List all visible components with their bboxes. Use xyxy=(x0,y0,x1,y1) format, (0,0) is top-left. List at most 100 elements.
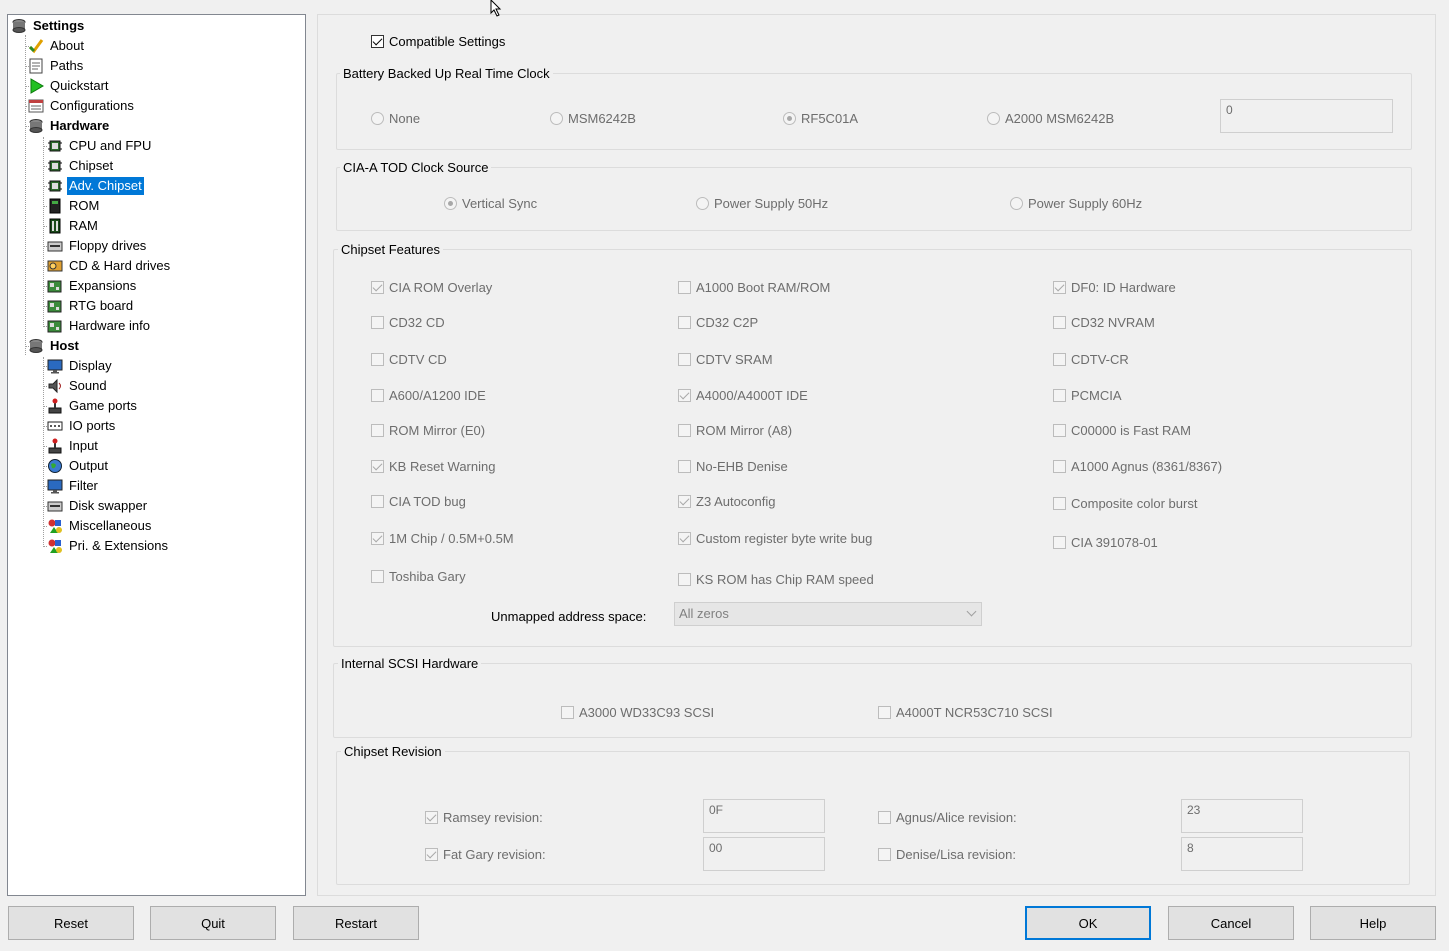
feature-a4000-a4000t-ide-checkbox[interactable]: A4000/A4000T IDE xyxy=(678,386,808,404)
tree-label: Pri. & Extensions xyxy=(69,538,168,553)
rtc-radio-a2000-msm6242b[interactable]: A2000 MSM6242B xyxy=(987,109,1114,127)
checkbox-box xyxy=(878,810,891,824)
rtc-value-field[interactable]: 0 xyxy=(1220,99,1393,133)
tree-connector xyxy=(43,486,47,487)
ok-button[interactable]: OK xyxy=(1025,906,1151,940)
tree-item-io-ports[interactable]: IO ports xyxy=(47,417,117,435)
checkbox-box xyxy=(561,705,574,719)
tree-item-chipset[interactable]: Chipset xyxy=(47,157,115,175)
tree-item-cpu-and-fpu[interactable]: CPU and FPU xyxy=(47,137,153,155)
feature-cd32-nvram-checkbox[interactable]: CD32 NVRAM xyxy=(1053,313,1155,331)
agnus-revision-checkbox[interactable]: Agnus/Alice revision: xyxy=(878,808,1017,826)
checkbox-box xyxy=(678,315,691,329)
feature-cia-391078-01-checkbox[interactable]: CIA 391078-01 xyxy=(1053,533,1158,551)
feature-pcmcia-checkbox[interactable]: PCMCIA xyxy=(1053,386,1122,404)
feature-a1000-boot-ram-rom-checkbox[interactable]: A1000 Boot RAM/ROM xyxy=(678,278,830,296)
rtc-radio-msm6242b[interactable]: MSM6242B xyxy=(550,109,636,127)
feature-df0-id-hardware-checkbox[interactable]: DF0: ID Hardware xyxy=(1053,278,1176,296)
feature-composite-color-burst-checkbox[interactable]: Composite color burst xyxy=(1053,494,1197,512)
tree-item-host[interactable]: Host xyxy=(28,337,81,355)
restart-button[interactable]: Restart xyxy=(293,906,419,940)
feature-c00000-is-fast-ram-checkbox[interactable]: C00000 is Fast RAM xyxy=(1053,421,1191,439)
cancel-button[interactable]: Cancel xyxy=(1168,906,1294,940)
tree-item-floppy-drives[interactable]: Floppy drives xyxy=(47,237,148,255)
tree-label: RTG board xyxy=(69,298,134,313)
feature-cd32-cd-checkbox[interactable]: CD32 CD xyxy=(371,313,445,331)
checkbox-box xyxy=(371,531,384,545)
tree-label: Chipset xyxy=(69,158,114,173)
tree-connector xyxy=(43,426,47,427)
rtc-radio-rf5c01a[interactable]: RF5C01A xyxy=(783,109,858,127)
fat-gary-revision-checkbox[interactable]: Fat Gary revision: xyxy=(425,845,546,863)
feature-no-ehb-denise-checkbox[interactable]: No-EHB Denise xyxy=(678,457,788,475)
tree-item-input[interactable]: Input xyxy=(47,437,100,455)
tree-item-hardware-info[interactable]: Hardware info xyxy=(47,317,152,335)
tree-connector xyxy=(43,406,47,407)
tree-item-filter[interactable]: Filter xyxy=(47,477,100,495)
tod-radio-power-supply-60hz[interactable]: Power Supply 60Hz xyxy=(1010,194,1142,212)
tree-connector xyxy=(43,326,47,327)
scsi-a4000t-ncr53c710-scsi-checkbox[interactable]: A4000T NCR53C710 SCSI xyxy=(878,703,1053,721)
settings-tree[interactable]: Settings About Paths Quickstart Configurati… xyxy=(7,14,306,896)
tree-item-quickstart[interactable]: Quickstart xyxy=(28,77,111,95)
tree-item-hardware[interactable]: Hardware xyxy=(28,117,111,135)
rtc-radio-msm6242b-label: MSM6242B xyxy=(568,110,636,126)
feature-cdtv-cd-checkbox[interactable]: CDTV CD xyxy=(371,350,447,368)
feature-cd32-c2p-checkbox[interactable]: CD32 C2P xyxy=(678,313,758,331)
denise-revision-checkbox[interactable]: Denise/Lisa revision: xyxy=(878,845,1016,863)
feature-rom-mirror-a8-checkbox-label: ROM Mirror (A8) xyxy=(696,422,793,438)
rtc-radio-none[interactable]: None xyxy=(371,109,420,127)
reset-button[interactable]: Reset xyxy=(8,906,134,940)
monitor-icon xyxy=(47,358,63,374)
feature-cdtv-sram-checkbox[interactable]: CDTV SRAM xyxy=(678,350,773,368)
tree-item-ram[interactable]: RAM xyxy=(47,217,100,235)
tree-item-miscellaneous[interactable]: Miscellaneous xyxy=(47,517,153,535)
quit-button[interactable]: Quit xyxy=(150,906,276,940)
help-button[interactable]: Help xyxy=(1310,906,1436,940)
tree-item-rom[interactable]: ROM xyxy=(47,197,101,215)
tree-item-rtg-board[interactable]: RTG board xyxy=(47,297,135,315)
tree-item-configurations[interactable]: Configurations xyxy=(28,97,136,115)
denise-revision-field[interactable]: 8 xyxy=(1181,837,1303,871)
tree-item-sound[interactable]: Sound xyxy=(47,377,109,395)
feature-a600-a1200-ide-checkbox[interactable]: A600/A1200 IDE xyxy=(371,386,486,404)
tree-root-settings[interactable]: Settings xyxy=(11,17,86,35)
tod-radio-vertical-sync[interactable]: Vertical Sync xyxy=(444,194,537,212)
agnus-revision-field[interactable]: 23 xyxy=(1181,799,1303,833)
ramsey-revision-checkbox[interactable]: Ramsey revision: xyxy=(425,808,543,826)
tree-item-output[interactable]: Output xyxy=(47,457,110,475)
unmapped-address-select[interactable]: All zeros xyxy=(674,602,982,626)
fat-gary-revision-field[interactable]: 00 xyxy=(703,837,825,871)
feature-custom-register-byte-write-bug-checkbox[interactable]: Custom register byte write bug xyxy=(678,529,872,547)
rtc-radio-a2000-msm6242b-label: A2000 MSM6242B xyxy=(1005,110,1115,126)
disk-icon xyxy=(28,338,44,354)
compatible-settings-checkbox[interactable]: Compatible Settings xyxy=(371,32,505,50)
feature-z3-autoconfig-checkbox[interactable]: Z3 Autoconfig xyxy=(678,492,776,510)
feature-cia-tod-bug-checkbox[interactable]: CIA TOD bug xyxy=(371,492,466,510)
ramsey-revision-field[interactable]: 0F xyxy=(703,799,825,833)
tree-item-about[interactable]: About xyxy=(28,37,86,55)
tree-item-adv-chipset[interactable]: Adv. Chipset xyxy=(47,177,144,195)
tree-item-disk-swapper[interactable]: Disk swapper xyxy=(47,497,149,515)
checkbox-box xyxy=(371,569,384,583)
feature-cia-rom-overlay-checkbox[interactable]: CIA ROM Overlay xyxy=(371,278,492,296)
feature-kb-reset-warning-checkbox[interactable]: KB Reset Warning xyxy=(371,457,495,475)
feature-rom-mirror-e0-checkbox[interactable]: ROM Mirror (E0) xyxy=(371,421,485,439)
tree-item-expansions[interactable]: Expansions xyxy=(47,277,138,295)
radio-circle xyxy=(371,111,384,125)
feature-ks-rom-has-chip-ram-speed-checkbox[interactable]: KS ROM has Chip RAM speed xyxy=(678,570,874,588)
feature-toshiba-gary-checkbox[interactable]: Toshiba Gary xyxy=(371,567,466,585)
feature-cdtv-cr-checkbox[interactable]: CDTV-CR xyxy=(1053,350,1129,368)
scsi-a3000-wd33c93-scsi-checkbox[interactable]: A3000 WD33C93 SCSI xyxy=(561,703,714,721)
tod-radio-power-supply-50hz[interactable]: Power Supply 50Hz xyxy=(696,194,828,212)
tree-label: Paths xyxy=(50,58,84,73)
feature-1m-chip-0-5m-0-5m-checkbox[interactable]: 1M Chip / 0.5M+0.5M xyxy=(371,529,514,547)
feature-toshiba-gary-checkbox-label: Toshiba Gary xyxy=(389,568,466,584)
tree-item-cd-hard-drives[interactable]: CD & Hard drives xyxy=(47,257,172,275)
feature-rom-mirror-a8-checkbox[interactable]: ROM Mirror (A8) xyxy=(678,421,792,439)
tree-item-game-ports[interactable]: Game ports xyxy=(47,397,139,415)
feature-a1000-agnus-8361-8367-checkbox[interactable]: A1000 Agnus (8361/8367) xyxy=(1053,457,1222,475)
tree-item-display[interactable]: Display xyxy=(47,357,114,375)
tree-item-pri-extensions[interactable]: Pri. & Extensions xyxy=(47,537,170,555)
tree-item-paths[interactable]: Paths xyxy=(28,57,85,75)
